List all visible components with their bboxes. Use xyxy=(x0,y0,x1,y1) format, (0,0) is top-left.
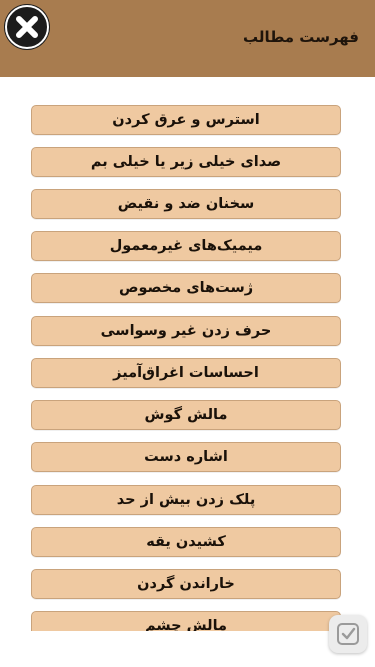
checkmark-icon xyxy=(337,623,359,645)
list-item[interactable]: پلک زدن بیش از حد xyxy=(31,485,341,515)
table-of-contents-list: استرس و عرق کردن صدای خیلی زیر یا خیلی ب… xyxy=(0,77,375,631)
close-button[interactable] xyxy=(4,4,50,50)
list-item[interactable]: میمیک‌های غیرمعمول xyxy=(31,231,341,261)
close-icon xyxy=(5,5,49,49)
list-item[interactable]: صدای خیلی زیر یا خیلی بم xyxy=(31,147,341,177)
list-item[interactable]: مالش گوش xyxy=(31,400,341,430)
bottom-area xyxy=(0,631,375,667)
list-item[interactable]: سخنان ضد و نقیض xyxy=(31,189,341,219)
list-item[interactable]: خاراندن گردن xyxy=(31,569,341,599)
page-title: فهرست مطالب xyxy=(243,28,359,46)
list-item[interactable]: اشاره دست xyxy=(31,442,341,472)
header-bar: فهرست مطالب xyxy=(0,0,375,77)
list-item[interactable]: مالش چشم xyxy=(31,611,341,631)
list-item[interactable]: حرف زدن غیر وسواسی xyxy=(31,316,341,346)
list-item[interactable]: احساسات اغراق‌آمیز xyxy=(31,358,341,388)
list-item[interactable]: ژست‌های مخصوص xyxy=(31,273,341,303)
checkmark-button[interactable] xyxy=(329,615,367,653)
list-item[interactable]: استرس و عرق کردن xyxy=(31,105,341,135)
list-item[interactable]: کشیدن یقه xyxy=(31,527,341,557)
